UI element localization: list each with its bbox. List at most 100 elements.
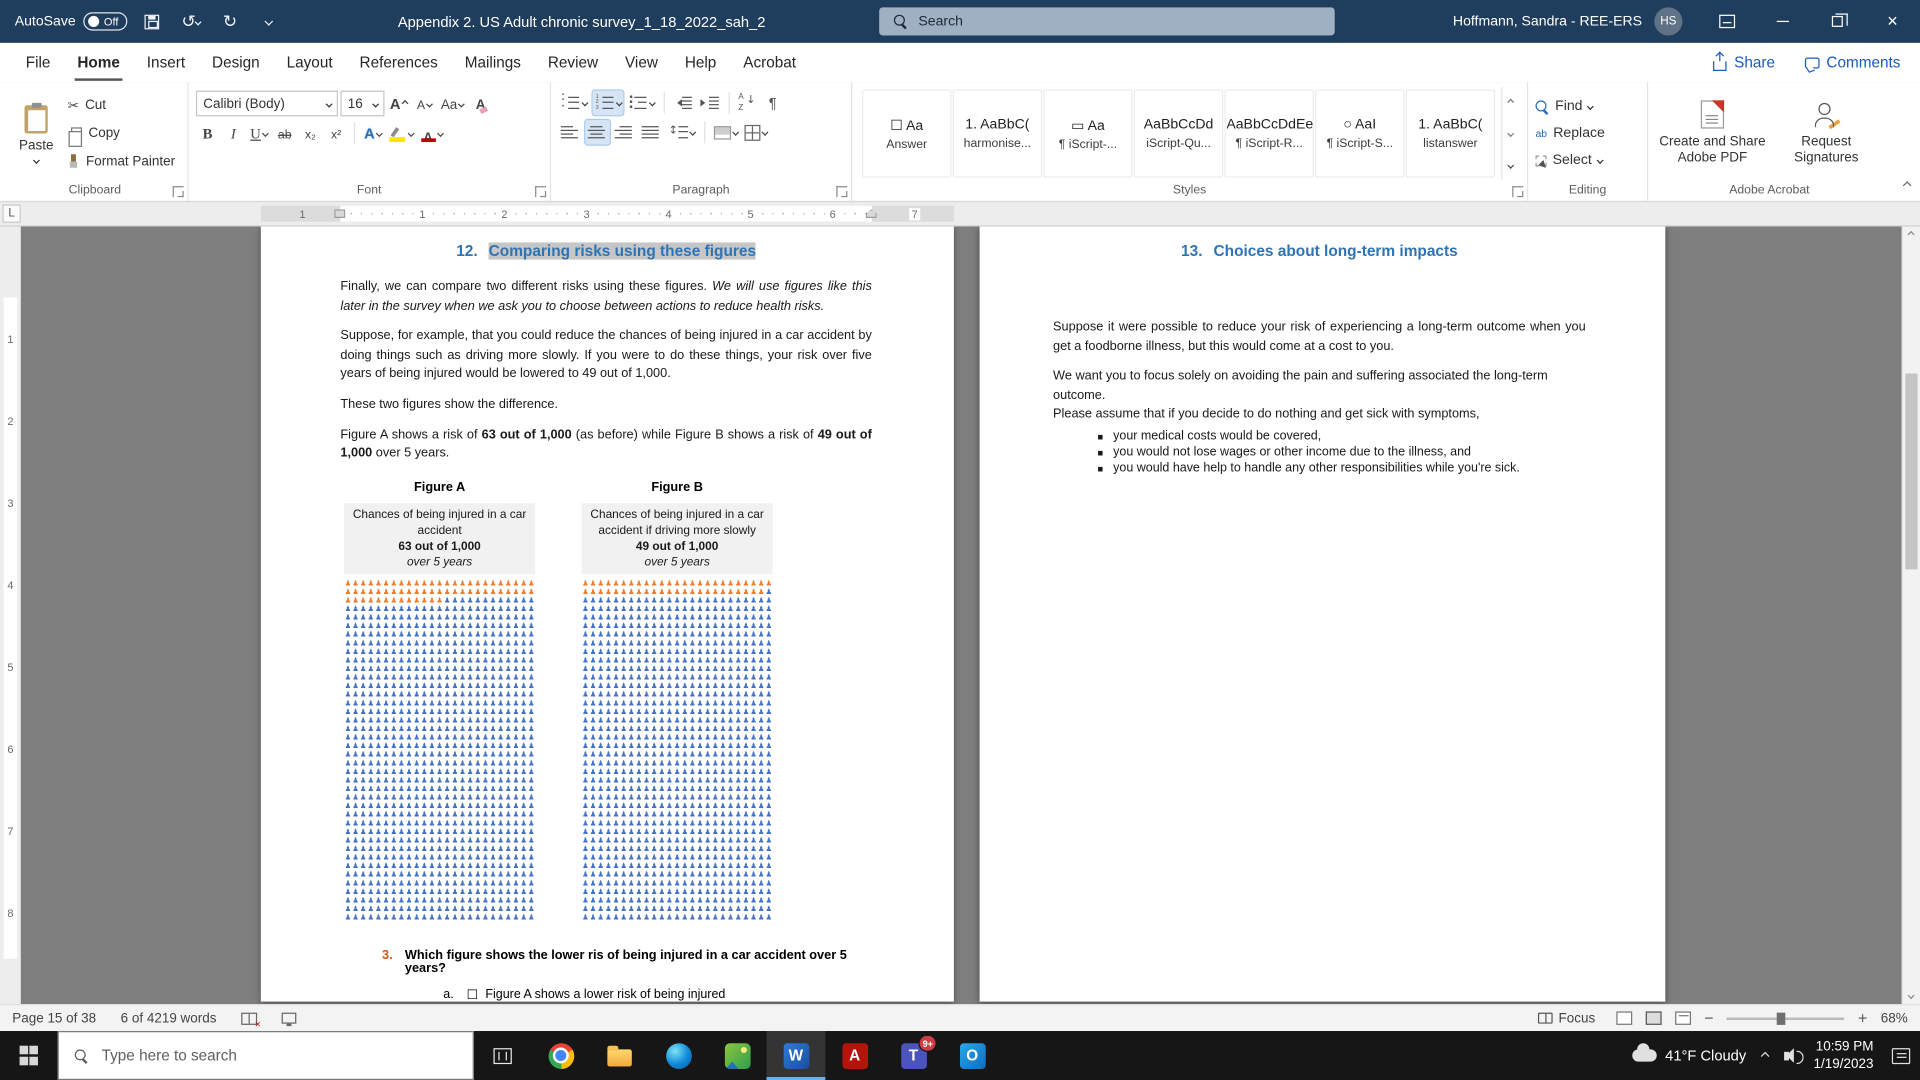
request-signatures-button[interactable]: Request Signatures <box>1769 87 1883 180</box>
numbering-button[interactable] <box>592 91 623 115</box>
vertical-ruler[interactable]: 12345678 <box>0 227 21 1005</box>
autosave-switch[interactable]: Off <box>83 12 127 30</box>
scroll-up-arrow[interactable] <box>1903 227 1920 244</box>
align-left-button[interactable] <box>558 120 582 144</box>
taskbar-app-teams[interactable]: T9+ <box>884 1031 943 1080</box>
zoom-level[interactable]: 68% <box>1881 1011 1908 1026</box>
word-count[interactable]: 6 of 4219 words <box>121 1011 217 1026</box>
comments-button[interactable]: Comments <box>1804 54 1900 71</box>
clipboard-dialog-launcher[interactable] <box>173 186 184 197</box>
menu-tab-insert[interactable]: Insert <box>133 43 198 82</box>
style-gallery-scroll-up[interactable] <box>1502 87 1519 118</box>
clear-formatting-button[interactable] <box>469 91 492 115</box>
menu-tab-review[interactable]: Review <box>534 43 611 82</box>
ribbon-display-options-button[interactable] <box>1700 0 1755 43</box>
start-button[interactable] <box>0 1031 58 1080</box>
quick-access-customize-button[interactable] <box>255 6 284 38</box>
style-item-1[interactable]: 1. AaBbC(harmonise... <box>953 89 1042 177</box>
menu-tab-help[interactable]: Help <box>671 43 729 82</box>
zoom-in-button[interactable]: + <box>1858 1010 1867 1026</box>
justify-button[interactable] <box>639 120 663 144</box>
multilevel-list-button[interactable] <box>626 91 657 115</box>
redo-button[interactable]: ↻ <box>215 6 244 38</box>
menu-tab-home[interactable]: Home <box>64 43 133 82</box>
style-gallery-more-button[interactable] <box>1502 149 1519 180</box>
style-item-3[interactable]: AaBbCcDdiScript-Qu... <box>1134 89 1223 177</box>
avatar[interactable]: HS <box>1654 7 1682 35</box>
create-share-pdf-button[interactable]: Create and Share Adobe PDF <box>1656 87 1770 180</box>
menu-tab-references[interactable]: References <box>346 43 451 82</box>
font-size-combo[interactable]: 16 <box>340 91 384 117</box>
scroll-down-arrow[interactable] <box>1903 987 1920 1004</box>
minimize-button[interactable] <box>1755 0 1810 43</box>
style-item-5[interactable]: ○ AaI¶ iScript-S... <box>1315 89 1404 177</box>
decrease-indent-button[interactable] <box>670 91 694 115</box>
focus-mode-button[interactable]: Focus <box>1538 1011 1596 1026</box>
undo-dropdown-icon[interactable] <box>195 18 201 24</box>
search-box[interactable]: Search <box>879 7 1335 35</box>
underline-button[interactable] <box>247 121 270 145</box>
read-mode-button[interactable] <box>1616 1011 1632 1024</box>
close-button[interactable]: × <box>1865 0 1920 43</box>
font-dialog-launcher[interactable] <box>535 186 546 197</box>
align-center-button[interactable] <box>585 120 609 144</box>
subscript-button[interactable] <box>299 121 322 145</box>
taskbar-app-outlook[interactable]: O <box>943 1031 1002 1080</box>
style-item-6[interactable]: 1. AaBbC(listanswer <box>1406 89 1495 177</box>
zoom-slider-thumb[interactable] <box>1776 1012 1785 1024</box>
display-settings-button[interactable] <box>281 1013 296 1024</box>
task-view-button[interactable] <box>474 1031 532 1080</box>
share-button[interactable]: Share <box>1713 54 1775 71</box>
increase-indent-button[interactable] <box>697 91 721 115</box>
show-formatting-marks-button[interactable]: ¶ <box>761 91 784 115</box>
taskbar-app-file-explorer[interactable] <box>590 1031 649 1080</box>
styles-dialog-launcher[interactable] <box>1512 186 1523 197</box>
replace-button[interactable]: Replace <box>1536 121 1605 147</box>
align-right-button[interactable] <box>612 120 636 144</box>
restore-button[interactable] <box>1810 0 1865 43</box>
document-page-left[interactable]: 12.Comparing risks using these figures F… <box>261 227 954 1002</box>
chevron-down-icon[interactable] <box>372 100 378 106</box>
document-canvas[interactable]: 12345678 12.Comparing risks using these … <box>0 227 1920 1005</box>
change-case-button[interactable] <box>438 91 466 115</box>
answer-checkbox[interactable]: ☐ <box>467 988 479 1003</box>
menu-tab-view[interactable]: View <box>612 43 672 82</box>
italic-button[interactable] <box>222 121 245 145</box>
document-page-right[interactable]: 13.Choices about long-term impacts Suppo… <box>980 227 1666 1002</box>
bold-button[interactable] <box>196 121 219 145</box>
proofing-errors-button[interactable] <box>241 1012 257 1024</box>
zoom-out-button[interactable]: − <box>1704 1010 1713 1026</box>
taskbar-search-box[interactable]: Type here to search <box>58 1031 474 1080</box>
format-painter-button[interactable]: Format Painter <box>63 149 180 175</box>
scrollbar-thumb[interactable] <box>1905 373 1917 569</box>
taskbar-app-chrome[interactable] <box>531 1031 590 1080</box>
menu-tab-mailings[interactable]: Mailings <box>451 43 534 82</box>
tab-selector[interactable]: L <box>2 204 20 222</box>
select-button[interactable]: Select <box>1536 148 1605 174</box>
line-spacing-button[interactable] <box>666 120 697 144</box>
cut-button[interactable]: ✂Cut <box>63 92 180 118</box>
taskbar-app-acrobat[interactable]: A <box>825 1031 884 1080</box>
bullets-button[interactable] <box>558 91 589 115</box>
chevron-down-icon[interactable] <box>325 100 331 106</box>
autosave-toggle[interactable]: AutoSave Off <box>15 12 128 30</box>
save-button[interactable] <box>137 6 166 38</box>
shrink-font-button[interactable] <box>413 91 436 115</box>
weather-widget[interactable]: 41°F Cloudy <box>1632 1047 1746 1064</box>
borders-button[interactable] <box>742 120 770 144</box>
find-button[interactable]: Find <box>1536 94 1605 120</box>
vertical-scrollbar[interactable] <box>1902 227 1920 1005</box>
collapse-ribbon-button[interactable] <box>1904 173 1910 195</box>
taskbar-clock[interactable]: 10:59 PM1/19/2023 <box>1814 1038 1874 1073</box>
style-gallery-scroll-down[interactable] <box>1502 118 1519 149</box>
page-indicator[interactable]: Page 15 of 38 <box>12 1011 96 1026</box>
menu-tab-layout[interactable]: Layout <box>273 43 346 82</box>
style-item-2[interactable]: ▭ Aa¶ iScript-... <box>1043 89 1132 177</box>
sort-button[interactable]: ↓ <box>735 91 758 115</box>
text-highlight-button[interactable] <box>387 121 416 145</box>
superscript-button[interactable] <box>324 121 347 145</box>
taskbar-app-photos[interactable] <box>708 1031 767 1080</box>
menu-tab-file[interactable]: File <box>12 43 64 82</box>
show-hidden-icons-button[interactable] <box>1761 1051 1770 1060</box>
taskbar-app-edge[interactable] <box>649 1031 708 1080</box>
